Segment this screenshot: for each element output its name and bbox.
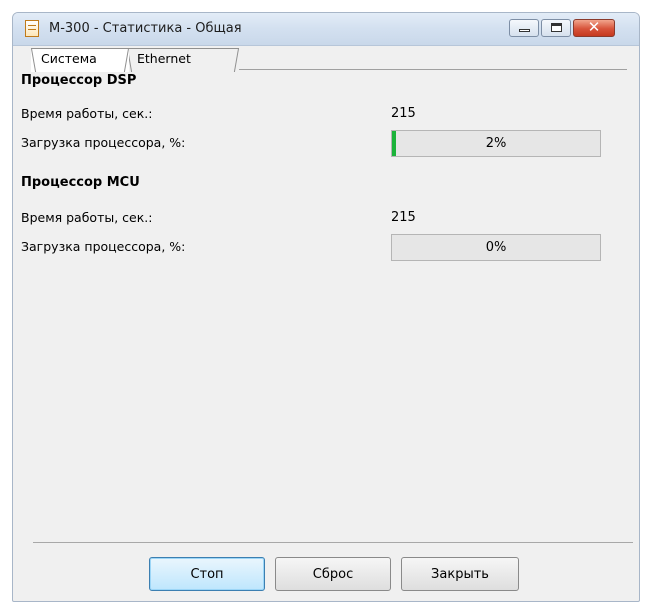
stop-button[interactable]: Стоп bbox=[149, 557, 265, 591]
maximize-icon bbox=[551, 23, 562, 32]
close-window-button[interactable]: ✕ bbox=[573, 18, 615, 37]
mcu-uptime-value: 215 bbox=[391, 210, 416, 225]
dsp-load-progress: 2% bbox=[391, 130, 601, 157]
tab-ethernet[interactable]: Ethernet bbox=[127, 48, 239, 70]
button-divider bbox=[33, 542, 633, 543]
tab-system[interactable]: Система bbox=[31, 48, 129, 72]
tab-content: Процессор DSP Время работы, сек.: 215 За… bbox=[13, 71, 639, 601]
minimize-icon bbox=[519, 29, 530, 32]
mcu-load-label: Загрузка процессора, %: bbox=[21, 239, 186, 254]
statistics-window: М-300 - Статистика - Общая ✕ Система Eth… bbox=[12, 12, 640, 602]
close-button[interactable]: Закрыть bbox=[401, 557, 519, 591]
dsp-uptime-label: Время работы, сек.: bbox=[21, 106, 153, 121]
title-bar[interactable]: М-300 - Статистика - Общая ✕ bbox=[13, 13, 639, 46]
tab-strip: Система Ethernet bbox=[13, 45, 639, 72]
dsp-section-title: Процессор DSP bbox=[21, 73, 137, 88]
mcu-load-progress: 0% bbox=[391, 234, 601, 261]
dsp-uptime-value: 215 bbox=[391, 106, 416, 121]
maximize-button[interactable] bbox=[541, 19, 571, 37]
mcu-section-title: Процессор MCU bbox=[21, 175, 140, 190]
mcu-uptime-label: Время работы, сек.: bbox=[21, 210, 153, 225]
close-icon: ✕ bbox=[587, 18, 601, 36]
reset-button[interactable]: Сброс bbox=[275, 557, 391, 591]
window-title: М-300 - Статистика - Общая bbox=[49, 21, 242, 36]
dsp-load-label: Загрузка процессора, %: bbox=[21, 135, 186, 150]
notepad-icon bbox=[25, 20, 39, 37]
minimize-button[interactable] bbox=[509, 19, 539, 37]
dsp-load-text: 2% bbox=[485, 136, 507, 151]
mcu-load-text: 0% bbox=[485, 240, 507, 255]
